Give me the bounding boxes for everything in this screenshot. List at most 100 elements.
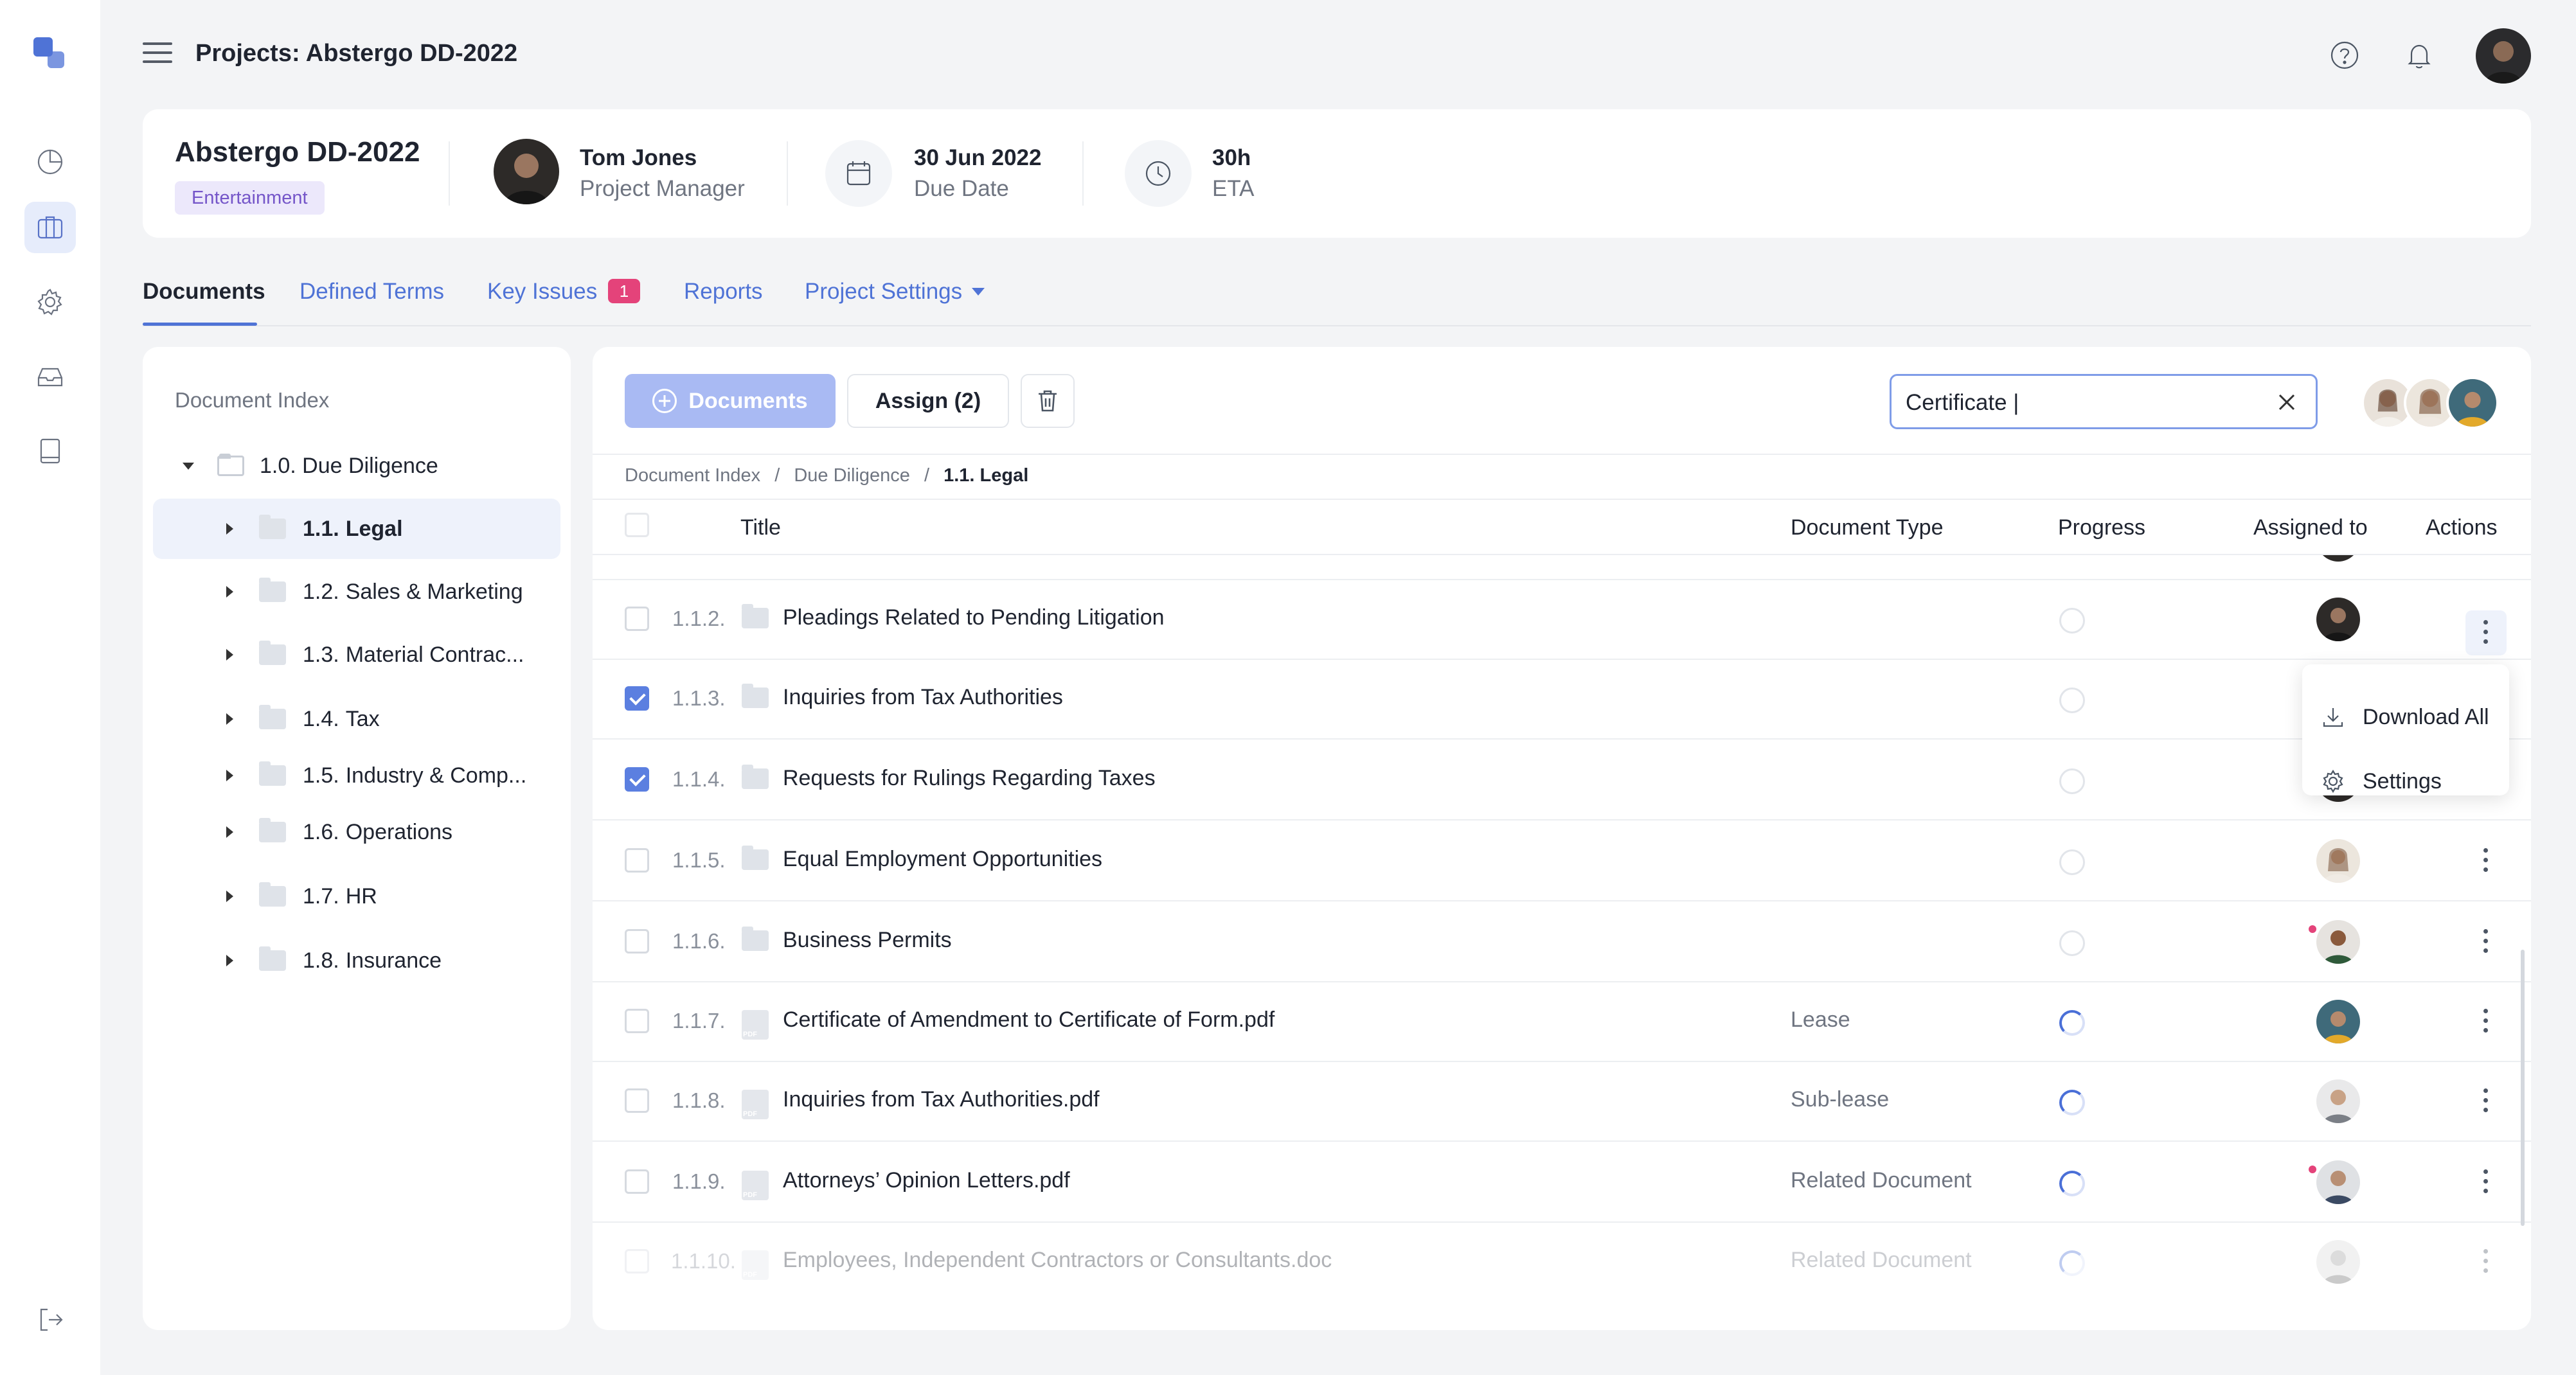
caret-right-icon — [226, 713, 233, 725]
menu-item-settings[interactable]: Settings — [2320, 762, 2442, 801]
menu-item-download-all[interactable]: Download All — [2320, 698, 2489, 736]
table-row[interactable]: 1.1.8. Inquiries from Tax Authorities.pd… — [593, 1061, 2531, 1142]
row-title[interactable]: Inquiries from Tax Authorities.pdf — [783, 1087, 1100, 1112]
row-checkbox[interactable] — [625, 1009, 649, 1033]
rail-analytics[interactable] — [24, 136, 76, 188]
divider — [593, 454, 2531, 455]
tree-item-industry[interactable]: 1.5. Industry & Comp... — [153, 745, 560, 806]
tree-item-insurance[interactable]: 1.8. Insurance — [153, 930, 560, 991]
search-input-value: Certificate | — [1906, 390, 2019, 415]
tree-item-sales[interactable]: 1.2. Sales & Marketing — [153, 562, 560, 622]
assignee-avatar[interactable] — [2316, 1000, 2360, 1043]
breadcrumb-root[interactable]: Document Index — [625, 465, 760, 486]
row-title[interactable]: Business Permits — [783, 928, 952, 953]
table-row[interactable]: 1.1.2. Pleadings Related to Pending Liti… — [593, 580, 2531, 660]
table-row[interactable]: 1.1.3. Inquiries from Tax Authorities — [593, 659, 2531, 740]
column-header-assigned[interactable]: Assigned to — [2253, 515, 2368, 540]
search-input[interactable]: Certificate | — [1890, 374, 2318, 429]
row-title[interactable]: Requests for Rulings Regarding Taxes — [783, 766, 1156, 791]
row-checkbox[interactable] — [625, 686, 649, 711]
tree-item-label: Operations — [345, 819, 453, 844]
assignee-avatar[interactable] — [2316, 1079, 2360, 1123]
row-checkbox[interactable] — [625, 1249, 649, 1273]
inbox-icon — [37, 368, 63, 387]
tab-reports[interactable]: Reports — [684, 279, 763, 305]
clear-search-icon[interactable] — [2276, 391, 2298, 413]
row-actions-button-active[interactable] — [2465, 610, 2507, 655]
row-actions-icon[interactable] — [2483, 1249, 2489, 1275]
assignee-avatar[interactable] — [2316, 920, 2360, 964]
assignee-avatar[interactable] — [2316, 598, 2360, 641]
row-title[interactable]: Equal Employment Opportunities — [783, 847, 1102, 872]
breadcrumb-parent[interactable]: Due Diligence — [794, 465, 910, 486]
tree-item-tax[interactable]: 1.4. Tax — [153, 689, 560, 749]
tree-item-due-diligence[interactable]: 1.0. Due Diligence — [179, 436, 539, 496]
more-vertical-icon — [2483, 620, 2488, 644]
column-header-title[interactable]: Title — [740, 515, 781, 540]
bell-icon[interactable] — [2401, 37, 2437, 73]
manager-name: Tom Jones — [580, 145, 697, 170]
row-title[interactable]: Inquiries from Tax Authorities — [783, 685, 1063, 710]
assignee-avatar[interactable] — [2316, 1240, 2360, 1284]
tab-defined-terms[interactable]: Defined Terms — [300, 279, 444, 305]
table-row[interactable]: 1.1.1. Litigation & Regulatory Overview — [593, 526, 2531, 580]
row-checkbox[interactable] — [625, 929, 649, 954]
rail-projects[interactable] — [24, 202, 76, 253]
chevron-down-icon — [972, 288, 985, 296]
rail-inbox[interactable] — [24, 351, 76, 402]
assignee-avatar[interactable] — [2446, 377, 2499, 429]
table-row[interactable]: 1.1.10. Employees, Independent Contracto… — [593, 1222, 2531, 1302]
table-row[interactable]: 1.1.4. Requests for Rulings Regarding Ta… — [593, 740, 2531, 821]
select-all-checkbox[interactable] — [625, 513, 649, 537]
project-header-card: Abstergo DD-2022 Entertainment Tom Jones… — [143, 109, 2531, 238]
help-icon[interactable] — [2327, 37, 2363, 73]
table-row[interactable]: 1.1.9. Attorneys’ Opinion Letters.pdf Re… — [593, 1142, 2531, 1223]
row-actions-icon[interactable] — [2483, 1169, 2489, 1195]
rail-library[interactable] — [24, 425, 76, 477]
tree-item-legal[interactable]: 1.1. Legal — [153, 499, 560, 559]
column-header-type[interactable]: Document Type — [1791, 515, 1944, 540]
unread-dot — [2309, 1166, 2316, 1173]
row-actions-icon[interactable] — [2483, 1009, 2489, 1034]
column-header-progress[interactable]: Progress — [2058, 515, 2145, 540]
tree-item-num: 1.6. — [303, 819, 339, 844]
row-title[interactable]: Attorneys’ Opinion Letters.pdf — [783, 1168, 1070, 1193]
row-checkbox[interactable] — [625, 607, 649, 631]
row-title[interactable]: Certificate of Amendment to Certificate … — [783, 1007, 1275, 1033]
table-scrollbar[interactable] — [2521, 950, 2525, 1226]
row-title[interactable]: Litigation & Regulatory Overview — [783, 526, 1100, 551]
table-row[interactable]: 1.1.7. Certificate of Amendment to Certi… — [593, 982, 2531, 1062]
row-title[interactable]: Pleadings Related to Pending Litigation — [783, 605, 1165, 630]
table-row[interactable]: 1.1.6. Business Permits — [593, 902, 2531, 982]
tab-project-settings[interactable]: Project Settings — [805, 279, 962, 305]
tree-item-material-contracts[interactable]: 1.3. Material Contrac... — [153, 625, 560, 685]
rail-settings[interactable] — [24, 276, 76, 328]
tab-key-issues[interactable]: Key Issues — [487, 279, 597, 305]
hamburger-menu-icon[interactable] — [143, 42, 172, 68]
row-checkbox[interactable] — [625, 848, 649, 873]
assign-button[interactable]: Assign (2) — [847, 374, 1009, 428]
folder-open-icon — [217, 454, 244, 476]
assignee-avatar[interactable] — [2316, 1160, 2360, 1204]
tree-item-hr[interactable]: 1.7. HR — [153, 866, 560, 927]
row-title[interactable]: Employees, Independent Contractors or Co… — [783, 1248, 1332, 1273]
add-documents-button[interactable]: Documents — [625, 374, 836, 428]
rail-logout[interactable] — [24, 1294, 76, 1345]
row-checkbox[interactable] — [625, 1088, 649, 1113]
row-number: 1.1.5. — [672, 848, 726, 872]
app-logo[interactable] — [33, 37, 67, 71]
assignee-avatar[interactable] — [2316, 839, 2360, 883]
folder-icon — [742, 765, 769, 789]
progress-spinner — [2059, 1010, 2085, 1036]
row-actions-icon[interactable] — [2483, 929, 2489, 955]
row-checkbox[interactable] — [625, 1169, 649, 1194]
row-actions-icon[interactable] — [2483, 1088, 2489, 1114]
eta-label: ETA — [1212, 176, 1255, 201]
table-row[interactable]: 1.1.5. Equal Employment Opportunities — [593, 821, 2531, 901]
row-checkbox[interactable] — [625, 767, 649, 792]
user-avatar[interactable] — [2476, 28, 2531, 84]
delete-button[interactable] — [1021, 374, 1075, 428]
tab-documents[interactable]: Documents — [143, 279, 265, 305]
row-actions-icon[interactable] — [2483, 848, 2489, 874]
tree-item-operations[interactable]: 1.6. Operations — [153, 802, 560, 862]
